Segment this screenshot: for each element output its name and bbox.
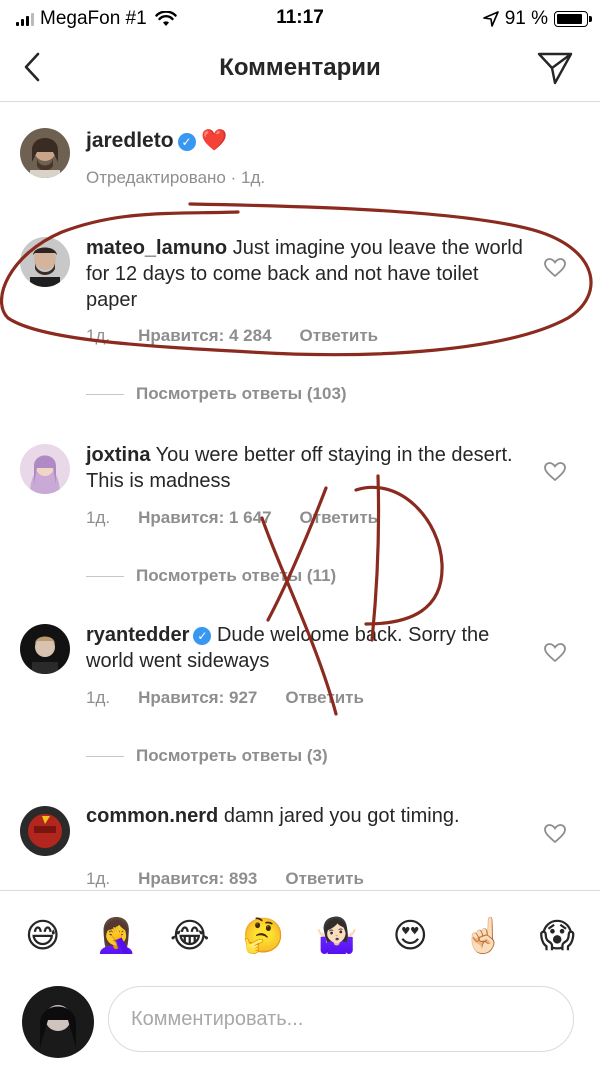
comment-item: ryantedder ✓ Dude welcome back. Sorry the… [0,598,600,778]
current-user-avatar [22,986,94,1058]
like-heart-icon[interactable] [544,643,566,663]
likes-count[interactable]: Нравится: 4 284 [138,326,271,346]
divider-line [86,755,124,757]
caption-meta: Отредактировано · 1д. [86,168,266,187]
likes-count[interactable]: Нравится: 927 [138,688,257,708]
comment-composer [0,980,600,1066]
caption: jaredleto ✓ ❤️ Отредактировано · 1д. [0,102,600,210]
username[interactable]: common.nerd [86,805,218,827]
reply-button[interactable]: Ответить [300,326,379,346]
comment-body: You were better off staying in the deser… [86,444,513,492]
verified-badge-icon: ✓ [193,627,212,645]
comment-text: joxtina You were better off staying in t… [86,442,526,494]
comment-text: ryantedder ✓ Dude welcome back. Sorry the… [86,622,526,674]
likes-count[interactable]: Нравится: 1 647 [138,508,271,528]
comment-text: mateo_lamuno Just imagine you leave the … [86,235,526,313]
comment-meta: 1д. Нравится: 893 Ответить [86,869,364,889]
comment-time: 1д. [86,326,111,345]
comment-meta: 1д. Нравится: 1 647 Ответить [86,508,378,528]
divider-line [86,575,124,577]
emoji-point-up[interactable]: ☝🏻 [456,916,512,956]
comment-time: 1д. [86,688,111,707]
username[interactable]: joxtina [86,444,150,466]
caption-text: jaredleto ✓ ❤️ [86,128,526,154]
comment-meta: 1д. Нравится: 4 284 Ответить [86,326,378,346]
emoji-scream[interactable]: 😱 [529,916,585,956]
battery-icon [554,11,592,27]
emoji-shrug[interactable]: 🤷🏻‍♀️ [309,916,365,956]
emoji-thinking[interactable]: 🤔 [235,916,291,956]
status-right: 91 % [482,8,592,30]
emoji-joy[interactable]: 😂 [162,916,218,956]
comment-item: common.nerd damn jared you got timing. 1… [0,778,600,890]
emoji-facepalm[interactable]: 🤦‍♀️ [88,916,144,956]
battery-fill [557,14,583,24]
direct-send-icon[interactable] [536,50,574,86]
comment-item: joxtina You were better off staying in t… [0,418,600,598]
reply-button[interactable]: Ответить [285,688,364,708]
view-replies-button[interactable]: Посмотреть ответы (103) [86,384,347,404]
divider-line [86,393,124,395]
view-replies-button[interactable]: Посмотреть ответы (11) [86,566,336,586]
reply-button[interactable]: Ответить [285,869,364,889]
avatar[interactable] [20,128,70,178]
like-heart-icon[interactable] [544,258,566,278]
comment-body: damn jared you got timing. [223,805,460,827]
emoji-sweat-smile[interactable]: 😅 [15,916,71,956]
avatar[interactable] [20,806,70,856]
view-replies-label: Посмотреть ответы (3) [136,746,328,765]
view-replies-label: Посмотреть ответы (103) [136,384,347,403]
battery-percent: 91 % [504,8,548,29]
location-arrow-icon [482,11,499,27]
like-heart-icon[interactable] [544,462,566,482]
comment-time: 1д. [86,869,111,888]
page-title: Комментарии [219,54,381,81]
view-replies-button[interactable]: Посмотреть ответы (3) [86,746,328,766]
comment-item: mateo_lamuno Just imagine you leave the … [0,210,600,410]
avatar[interactable] [20,237,70,287]
comment-meta: 1д. Нравится: 927 Ответить [86,688,364,708]
username[interactable]: jaredleto [86,129,174,152]
header: Комментарии [0,36,600,102]
status-bar: MegaFon #1 11:17 91 % [0,0,600,36]
avatar[interactable] [20,444,70,494]
likes-count[interactable]: Нравится: 893 [138,869,257,889]
comment-input[interactable] [108,986,574,1052]
reply-button[interactable]: Ответить [300,508,379,528]
avatar[interactable] [20,624,70,674]
username[interactable]: ryantedder [86,624,189,646]
username[interactable]: mateo_lamuno [86,237,227,259]
comment-time: 1д. [86,508,111,527]
emoji-heart-eyes[interactable]: 😍 [382,916,438,956]
verified-badge-icon: ✓ [177,133,196,151]
comment-text: common.nerd damn jared you got timing. [86,803,526,829]
emoji-quick-bar: 😅 🤦‍♀️ 😂 🤔 🤷🏻‍♀️ 😍 ☝🏻 😱 [0,890,600,980]
view-replies-label: Посмотреть ответы (11) [136,566,337,585]
caption-body: ❤️ [201,129,228,152]
like-heart-icon[interactable] [544,824,566,844]
